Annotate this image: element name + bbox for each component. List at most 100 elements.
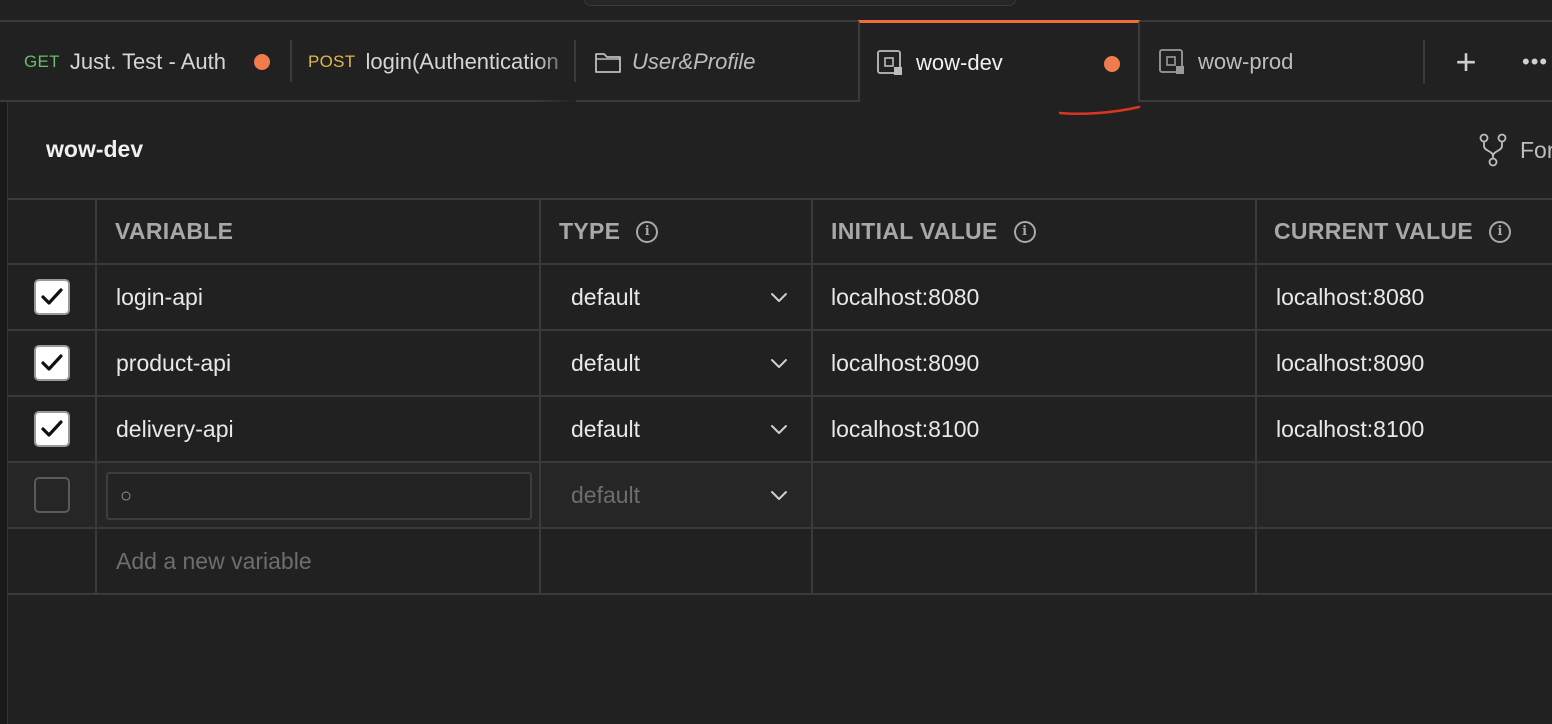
tab-actions-separator xyxy=(1423,40,1425,84)
check-cell xyxy=(8,331,97,395)
variable-cell[interactable]: delivery-api xyxy=(97,397,541,461)
type-dropdown[interactable]: default xyxy=(571,482,793,509)
header-current-value: CURRENT VALUE i xyxy=(1257,200,1552,263)
tab-label: User&Profile xyxy=(632,49,756,74)
tab-environment-active[interactable]: wow-dev xyxy=(858,20,1140,102)
check-icon xyxy=(40,354,63,371)
header-label: INITIAL VALUE xyxy=(831,218,998,244)
unsaved-dot xyxy=(1104,56,1120,72)
header-initial-value: INITIAL VALUE i xyxy=(813,200,1257,263)
chevron-down-icon xyxy=(771,293,787,302)
check-cell xyxy=(8,265,97,329)
header-label: TYPE xyxy=(559,218,621,244)
current-value-cell[interactable]: localhost:8090 xyxy=(1257,331,1552,395)
initial-value-cell[interactable]: localhost:8090 xyxy=(813,331,1257,395)
plus-icon[interactable]: + xyxy=(1450,22,1482,102)
page-title: wow-dev xyxy=(46,136,144,162)
left-edge xyxy=(0,102,8,724)
app-window: GET Just. Test - Auth POST login(Authent… xyxy=(0,0,1552,724)
type-select[interactable]: default xyxy=(541,265,813,329)
initial-value: localhost:8090 xyxy=(831,349,980,376)
header-type: TYPE i xyxy=(541,200,813,263)
current-value: localhost:8100 xyxy=(1276,415,1425,442)
current-value: localhost:8080 xyxy=(1276,283,1425,310)
tab-get-request[interactable]: GET Just. Test - Auth xyxy=(8,22,292,102)
type-cell xyxy=(541,529,813,593)
table-row: product-api default localhost:8090 local… xyxy=(8,331,1552,397)
enabled-checkbox[interactable] xyxy=(33,279,70,315)
initial-value-cell[interactable] xyxy=(813,463,1257,527)
type-dropdown[interactable]: default xyxy=(571,350,793,377)
tab-label: wow-prod xyxy=(1198,49,1294,74)
tab-label: login(Authentication xyxy=(365,49,559,74)
enabled-checkbox[interactable] xyxy=(33,345,70,381)
header-variable: VARIABLE xyxy=(97,200,541,263)
tab-environment[interactable]: wow-prod xyxy=(1142,22,1424,102)
enabled-checkbox[interactable] xyxy=(33,477,70,513)
check-cell xyxy=(8,463,97,527)
variable-cell: ○ xyxy=(97,463,541,527)
type-select[interactable]: default xyxy=(541,331,813,395)
tab-fade xyxy=(536,22,576,102)
top-strip xyxy=(0,0,1552,22)
search-bar[interactable] xyxy=(584,0,1016,6)
header-check-cell xyxy=(8,200,97,263)
variable-name: login-api xyxy=(116,283,203,310)
check-cell xyxy=(8,397,97,461)
current-value-cell[interactable]: localhost:8100 xyxy=(1257,397,1552,461)
more-icon[interactable]: ••• xyxy=(1522,22,1548,102)
fork-button[interactable]: For xyxy=(1478,133,1552,167)
fork-icon xyxy=(1479,133,1507,167)
fork-label: For xyxy=(1520,136,1552,163)
variable-name-input[interactable]: ○ xyxy=(106,472,532,520)
add-variable-placeholder: Add a new variable xyxy=(116,547,312,574)
info-icon[interactable]: i xyxy=(1013,220,1036,243)
type-dropdown[interactable]: default xyxy=(571,416,793,443)
type-value: default xyxy=(571,415,641,442)
type-select[interactable]: default xyxy=(541,463,813,527)
current-value-cell[interactable] xyxy=(1257,463,1552,527)
check-cell xyxy=(8,529,97,593)
current-value-cell xyxy=(1257,529,1552,593)
add-variable-row: Add a new variable xyxy=(8,529,1552,595)
type-dropdown[interactable]: default xyxy=(571,284,793,311)
table-header-row: VARIABLE TYPE i INITIAL VALUE i CURRENT … xyxy=(8,198,1552,265)
table-row: delivery-api default localhost:8100 loca… xyxy=(8,397,1552,463)
initial-value-cell[interactable]: localhost:8080 xyxy=(813,265,1257,329)
unsaved-dot xyxy=(254,54,270,70)
method-badge: POST xyxy=(308,52,356,71)
environment-icon xyxy=(1158,48,1186,76)
variable-name: product-api xyxy=(116,349,232,376)
variable-name: delivery-api xyxy=(116,415,234,442)
initial-value: localhost:8080 xyxy=(831,283,980,310)
check-icon xyxy=(40,288,63,305)
info-icon[interactable]: i xyxy=(1488,220,1511,243)
annotation-underline xyxy=(1058,105,1141,115)
check-icon xyxy=(40,420,63,437)
current-value-cell[interactable]: localhost:8080 xyxy=(1257,265,1552,329)
variable-cell[interactable]: product-api xyxy=(97,331,541,395)
header-label: VARIABLE xyxy=(115,218,234,244)
info-icon[interactable]: i xyxy=(636,220,659,243)
chevron-down-icon xyxy=(771,491,787,500)
type-value: default xyxy=(571,349,641,376)
new-variable-row: ○ default xyxy=(8,463,1552,529)
chevron-down-icon xyxy=(771,425,787,434)
tab-post-request[interactable]: POST login(Authentication xyxy=(292,22,576,102)
tab-folder[interactable]: User&Profile xyxy=(576,22,858,102)
type-value: default xyxy=(571,283,641,310)
environment-icon xyxy=(876,49,904,77)
tab-label: Just. Test - Auth xyxy=(69,49,226,74)
method-badge: GET xyxy=(24,52,60,71)
input-value: ○ xyxy=(120,484,133,507)
header-label: CURRENT VALUE xyxy=(1274,218,1473,244)
initial-value-cell xyxy=(813,529,1257,593)
type-select[interactable]: default xyxy=(541,397,813,461)
add-variable-input[interactable]: Add a new variable xyxy=(97,529,541,593)
initial-value-cell[interactable]: localhost:8100 xyxy=(813,397,1257,461)
enabled-checkbox[interactable] xyxy=(33,411,70,447)
current-value: localhost:8090 xyxy=(1276,349,1425,376)
folder-icon xyxy=(594,50,622,74)
variables-table: VARIABLE TYPE i INITIAL VALUE i CURRENT … xyxy=(8,198,1552,595)
variable-cell[interactable]: login-api xyxy=(97,265,541,329)
